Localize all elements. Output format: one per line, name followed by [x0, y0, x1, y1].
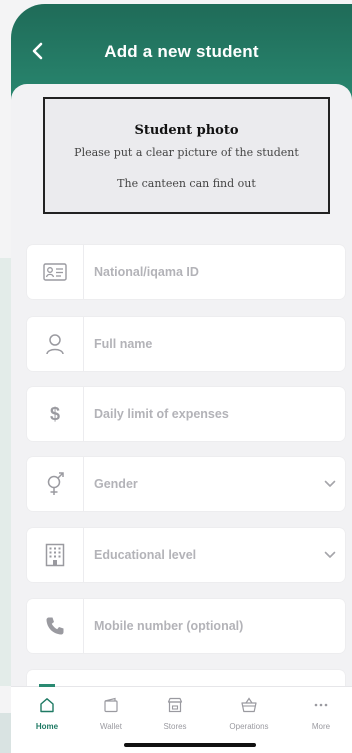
educational-level-placeholder: Educational level: [94, 548, 197, 562]
phone-icon: [46, 617, 64, 635]
wallet-icon: [104, 697, 118, 713]
student-photo-upload[interactable]: Student photo Please put a clear picture…: [43, 97, 330, 214]
tab-more[interactable]: More: [291, 697, 351, 731]
tab-operations[interactable]: Operations: [219, 697, 279, 731]
gender-placeholder: Gender: [94, 477, 138, 491]
person-icon: [46, 334, 64, 355]
photo-subtitle: Please put a clear picture of the studen…: [74, 146, 299, 159]
tab-home[interactable]: Home: [17, 697, 77, 731]
active-tab-indicator: [39, 684, 55, 687]
mobile-number-field[interactable]: Mobile number (optional): [27, 599, 345, 653]
national-id-field[interactable]: National/iqama ID: [27, 245, 345, 299]
chevron-down-icon: [324, 551, 336, 558]
form-content: Student photo Please put a clear picture…: [11, 84, 352, 753]
phone-screen: Add a new student Student photo Please p…: [11, 4, 352, 753]
tab-label: Home: [35, 722, 59, 731]
photo-note: The canteen can find out: [117, 177, 256, 190]
building-icon: [45, 543, 65, 567]
id-card-icon: [43, 263, 67, 281]
gender-icon: [47, 472, 64, 495]
tab-label: Operations: [229, 722, 269, 731]
home-icon: [40, 698, 54, 713]
bottom-tab-bar: Home Wallet Stores Operations More: [11, 684, 352, 753]
basket-icon: [241, 697, 257, 713]
full-name-placeholder: Full name: [94, 337, 153, 351]
home-indicator: [124, 743, 256, 747]
educational-level-dropdown[interactable]: Educational level: [27, 528, 345, 582]
photo-title: Student photo: [134, 123, 239, 138]
mobile-number-placeholder: Mobile number (optional): [94, 619, 244, 633]
tab-label: Wallet: [100, 722, 122, 731]
daily-limit-field[interactable]: $ Daily limit of expenses: [27, 387, 345, 441]
tab-wallet[interactable]: Wallet: [81, 697, 141, 731]
page-title: Add a new student: [104, 42, 259, 61]
gender-dropdown[interactable]: Gender: [27, 457, 345, 511]
tab-label: More: [311, 722, 331, 731]
tab-label: Stores: [163, 722, 187, 731]
store-icon: [167, 697, 183, 713]
tab-stores[interactable]: Stores: [145, 697, 205, 731]
more-icon: [314, 703, 328, 707]
chevron-down-icon: [324, 480, 336, 487]
full-name-field[interactable]: Full name: [27, 317, 345, 371]
national-id-placeholder: National/iqama ID: [94, 265, 199, 279]
daily-limit-placeholder: Daily limit of expenses: [94, 407, 229, 421]
dollar-icon: $: [49, 403, 60, 424]
